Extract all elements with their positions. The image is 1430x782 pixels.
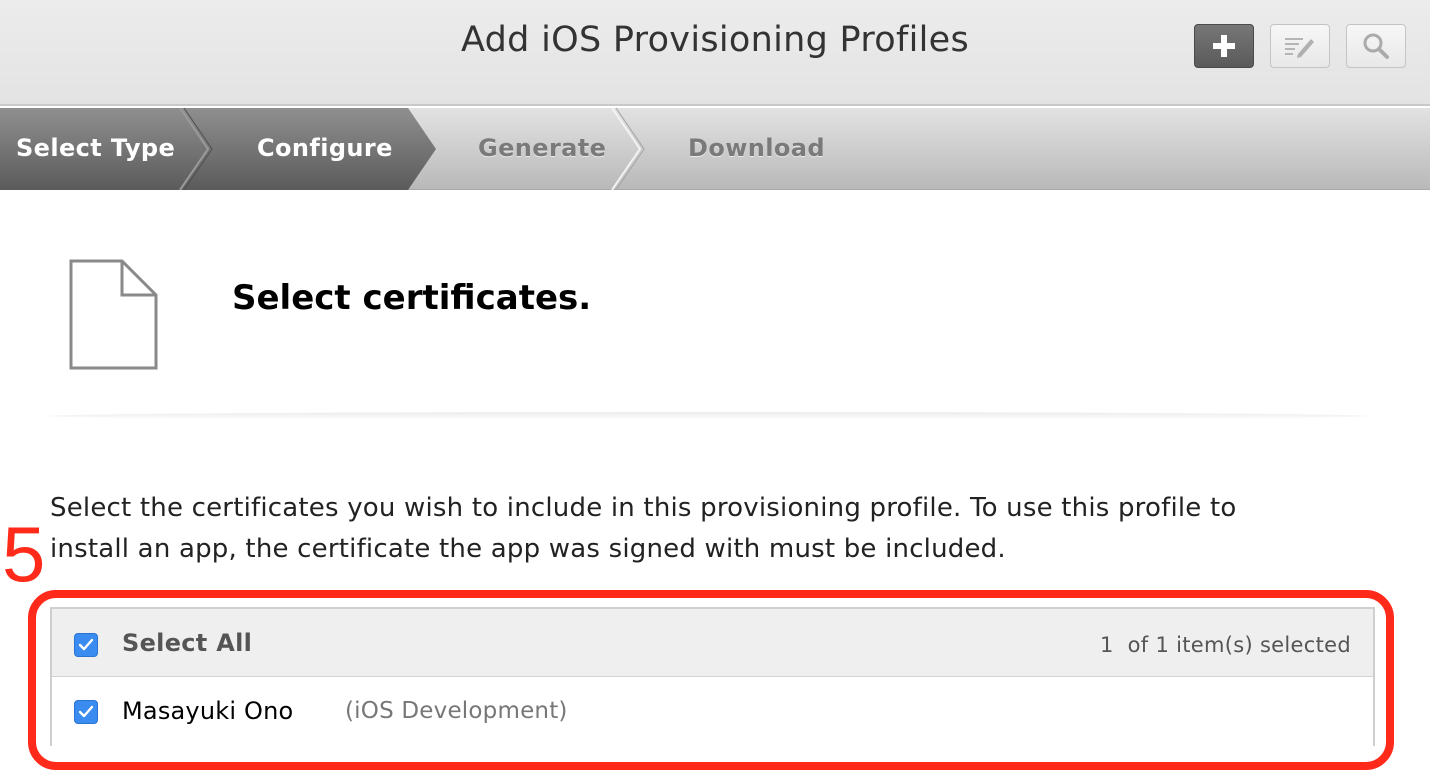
selection-count: 1 of 1 item(s) selected <box>1100 633 1351 657</box>
wizard-steps: Select Type Configure Generate Download <box>0 108 1430 190</box>
selected-count-number: 1 <box>1099 633 1114 657</box>
certificate-name: Masayuki Ono <box>122 697 294 725</box>
instructions-line-1: Select the certificates you wish to incl… <box>50 493 1237 523</box>
step-download: Download <box>688 134 825 162</box>
step-generate: Generate <box>478 134 607 162</box>
certificate-list-header: Select All 1 of 1 item(s) selected <box>52 609 1373 677</box>
edit-icon <box>1285 38 1314 58</box>
section-title: Select certificates. <box>232 278 592 318</box>
plus-icon <box>1213 35 1235 57</box>
add-button[interactable] <box>1194 24 1254 68</box>
certificate-row[interactable]: Masayuki Ono (iOS Development) <box>52 678 1373 746</box>
search-icon <box>1363 33 1389 59</box>
checkmark-icon <box>78 638 94 651</box>
checkmark-icon <box>78 705 94 718</box>
certificate-list: Select All 1 of 1 item(s) selected Masayu… <box>50 607 1375 746</box>
annotation-step-number: 5 <box>2 510 46 598</box>
selected-count-suffix: of 1 item(s) selected <box>1127 633 1351 657</box>
search-button[interactable] <box>1346 24 1406 68</box>
instructions-text: Select the certificates you wish to incl… <box>50 488 1310 570</box>
certificate-type: (iOS Development) <box>345 698 568 724</box>
edit-button[interactable] <box>1270 24 1330 68</box>
select-all-checkbox[interactable] <box>74 633 98 657</box>
step-select-type[interactable]: Select Type <box>16 134 175 162</box>
select-all-label[interactable]: Select All <box>122 629 252 657</box>
page-header: Add iOS Provisioning Profiles <box>0 0 1430 106</box>
document-icon <box>69 259 158 370</box>
instructions-line-2: install an app, the certificate the app … <box>50 534 1006 564</box>
certificate-checkbox[interactable] <box>74 700 98 724</box>
step-configure[interactable]: Configure <box>257 134 393 162</box>
section-divider <box>48 412 1368 420</box>
